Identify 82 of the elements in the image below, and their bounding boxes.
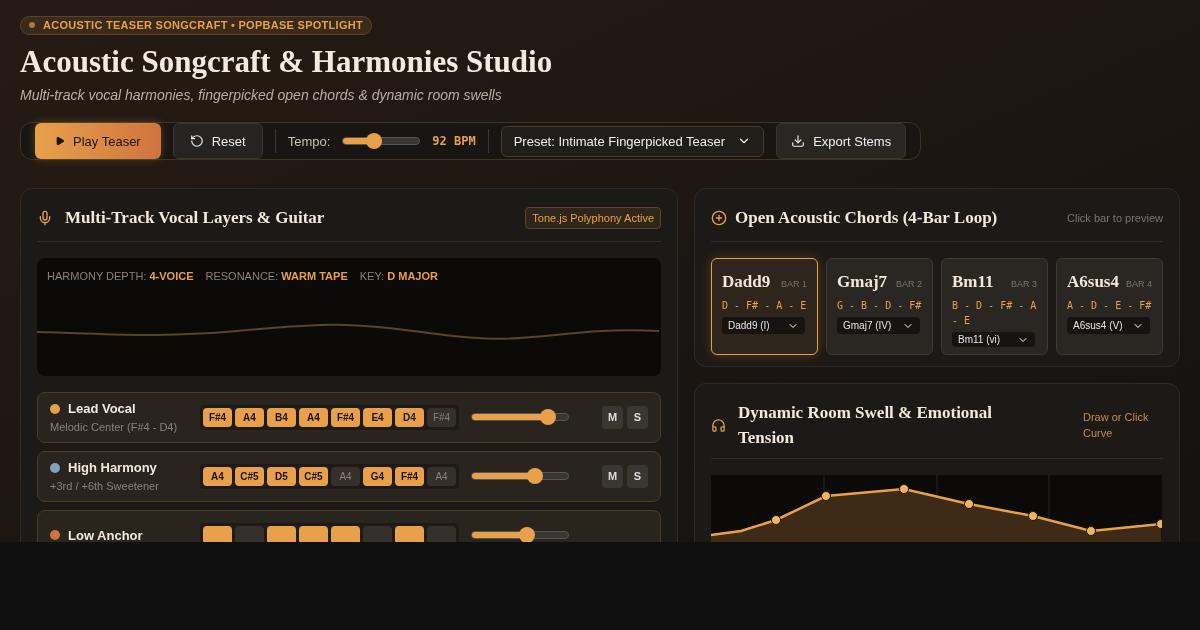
slider-thumb[interactable]: [518, 527, 535, 542]
export-button[interactable]: Export Stems: [776, 123, 907, 160]
curve-point[interactable]: [771, 515, 781, 526]
chord-notes: D - F# - A - E: [722, 299, 807, 314]
note-step[interactable]: [299, 525, 328, 542]
info-readout: KEY: D MAJOR: [359, 268, 438, 284]
panel-title: Open Acoustic Chords (4-Bar Loop): [735, 207, 998, 230]
note-step[interactable]: [395, 525, 424, 542]
slider-thumb[interactable]: [527, 468, 544, 485]
panel-title: Multi-Track Vocal Layers & Guitar: [65, 207, 325, 230]
chord-card[interactable]: Gmaj7 BAR 2 G - B - D - F# Gmaj7 (IV): [826, 257, 933, 355]
note-step[interactable]: B4: [267, 407, 296, 427]
curve-hint: Draw or Click Curve: [1083, 410, 1150, 442]
reset-button[interactable]: Reset: [172, 123, 263, 160]
chord-select[interactable]: A6sus4 (V): [1067, 317, 1150, 335]
track-name: Lead Vocal: [68, 400, 136, 419]
note-step[interactable]: D5: [267, 466, 296, 486]
chord-card[interactable]: Bm11 BAR 3 B - D - F# - A - E Bm11 (vi): [941, 257, 1048, 355]
headphones-icon: [711, 417, 726, 433]
page-title: Acoustic Songcraft & Harmonies Studio: [20, 42, 554, 81]
curve-point[interactable]: [1156, 519, 1162, 530]
reset-icon: [189, 134, 204, 149]
preview-hint: Click bar to preview: [1067, 210, 1163, 226]
play-button[interactable]: Play Teaser: [35, 123, 161, 160]
curve-point[interactable]: [964, 499, 974, 510]
bar-label: BAR 1: [781, 277, 807, 291]
preset-select[interactable]: Preset: Intimate Fingerpicked Teaser: [500, 125, 765, 157]
play-icon: [55, 136, 65, 147]
note-step[interactable]: G4: [363, 466, 392, 486]
chord-select[interactable]: Dadd9 (I): [722, 317, 805, 335]
curve-point[interactable]: [899, 484, 909, 495]
bar-label: BAR 2: [896, 277, 922, 291]
microphone-icon: [37, 210, 53, 226]
chord-select[interactable]: Gmaj7 (IV): [837, 317, 920, 335]
download-icon: [791, 134, 806, 149]
info-readout: HARMONY DEPTH: 4-VOICE: [47, 268, 194, 284]
curve-point[interactable]: [1028, 511, 1038, 522]
note-step[interactable]: F#4: [203, 407, 232, 427]
note-step[interactable]: D4: [395, 407, 424, 427]
chord-name: Dadd9: [722, 270, 771, 293]
panel-title: Dynamic Room Swell & Emotional Tension: [738, 402, 994, 450]
note-step[interactable]: C#5: [235, 466, 264, 486]
curve-point[interactable]: [821, 491, 831, 502]
plus-circle-icon: [711, 210, 727, 226]
polyphony-status: Tone.js Polyphony Active: [525, 206, 661, 230]
note-step[interactable]: [267, 525, 296, 542]
track-detail: Melodic Center (F#4 - D4): [50, 419, 179, 435]
track-name: High Harmony: [68, 459, 157, 478]
track-name: Low Anchor: [68, 526, 143, 542]
note-step[interactable]: F#4: [395, 466, 424, 486]
curve-point[interactable]: [1086, 526, 1096, 537]
chord-name: A6sus4: [1067, 270, 1119, 293]
track-detail: +3rd / +6th Sweetener: [50, 478, 160, 494]
note-step[interactable]: [331, 525, 360, 542]
chord-notes: A - D - E - F#: [1067, 299, 1152, 314]
note-step[interactable]: A4: [235, 407, 264, 427]
note-step[interactable]: F#4: [331, 407, 360, 427]
bar-label: BAR 4: [1126, 277, 1152, 291]
slider-thumb[interactable]: [539, 409, 556, 426]
slider-thumb[interactable]: [366, 133, 383, 150]
spotlight-badge: ACOUSTIC TEASER SONGCRAFT • POPBASE SPOTLIGHT: [20, 16, 372, 35]
note-step[interactable]: A4: [203, 466, 232, 486]
chord-card[interactable]: Dadd9 BAR 1 D - F# - A - E Dadd9 (I): [711, 257, 818, 355]
chord-notes: B - D - F# - A - E: [952, 299, 1037, 329]
note-step[interactable]: [203, 525, 232, 542]
note-step[interactable]: C#5: [299, 466, 328, 486]
note-step[interactable]: E4: [363, 407, 392, 427]
chord-notes: G - B - D - F#: [837, 299, 922, 314]
tempo-label: Tempo:: [287, 132, 331, 151]
chord-select[interactable]: Bm11 (vi): [952, 332, 1035, 348]
chord-name: Bm11: [952, 270, 994, 293]
note-step[interactable]: A4: [299, 407, 328, 427]
mute-button[interactable]: M: [602, 405, 623, 429]
mute-button[interactable]: M: [602, 464, 623, 488]
bar-label: BAR 3: [1011, 277, 1037, 291]
tempo-reading: 92 BPM: [432, 133, 476, 151]
solo-button[interactable]: S: [627, 405, 648, 429]
page-subtitle: Multi-track vocal harmonies, fingerpicked open chords & dynamic room swells: [20, 86, 503, 106]
chord-name: Gmaj7: [837, 270, 888, 293]
info-readout: RESONANCE: WARM TAPE: [205, 268, 348, 284]
solo-button[interactable]: S: [627, 464, 648, 488]
chord-card[interactable]: A6sus4 BAR 4 A - D - E - F# A6sus4 (V): [1056, 257, 1163, 355]
